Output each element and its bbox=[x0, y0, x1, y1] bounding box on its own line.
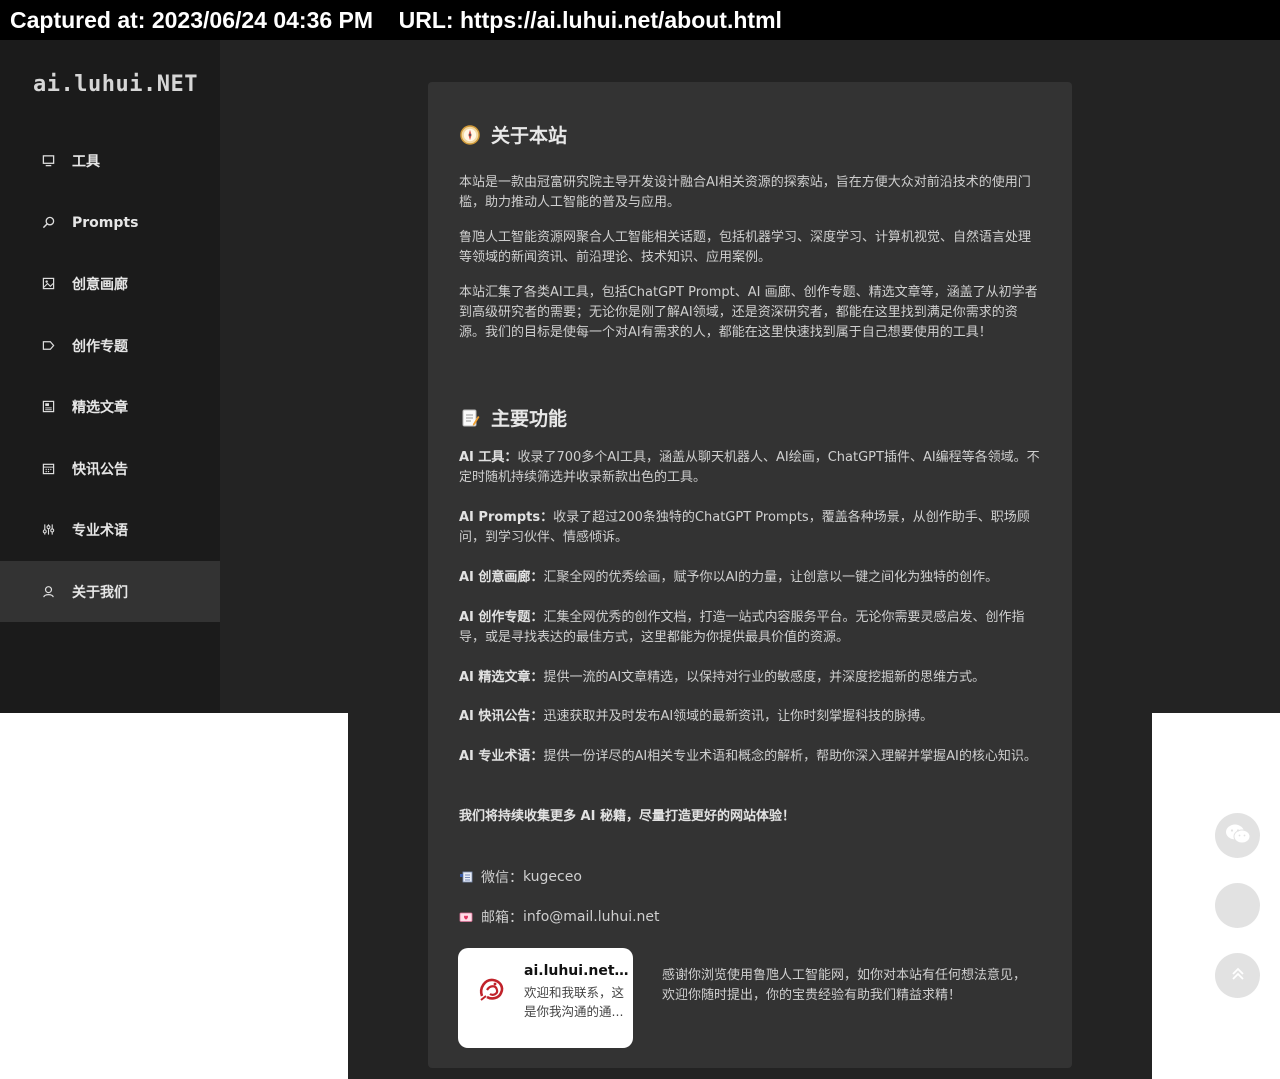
capture-info-bar: Captured at: 2023/06/24 04:36 PM URL: ht… bbox=[0, 0, 1280, 40]
sidebar-item-about[interactable]: 关于我们 bbox=[0, 561, 220, 622]
feature-text: 提供一流的AI文章精选，以保持对行业的敏感度，并深度挖掘新的思维方式。 bbox=[543, 670, 986, 685]
feature-label: AI 创作专题： bbox=[459, 610, 544, 625]
feature-label: AI 快讯公告： bbox=[459, 709, 544, 724]
sidebar-item-label: 创作专题 bbox=[72, 338, 128, 355]
compass-icon bbox=[459, 124, 481, 146]
feature-text: 汇聚全网的优秀绘画，赋予你以AI的力量，让创意以一键之间化为独特的创作。 bbox=[543, 570, 999, 585]
profile-avatar bbox=[473, 970, 511, 1008]
about-paragraph-1: 本站是一款由冠富研究院主导开发设计融合AI相关资源的探索站，旨在方便大众对前沿技… bbox=[459, 175, 1031, 210]
feature-item-gallery: AI 创意画廊：汇聚全网的优秀绘画，赋予你以AI的力量，让创意以一键之间化为独特… bbox=[459, 568, 1041, 588]
sidebar-item-label: 创意画廊 bbox=[72, 276, 128, 293]
feature-item-articles: AI 精选文章：提供一流的AI文章精选，以保持对行业的敏感度，并深度挖掘新的思维… bbox=[459, 668, 1041, 688]
chevron-up-icon bbox=[1229, 965, 1247, 987]
feature-label: AI 工具： bbox=[459, 450, 518, 465]
user-icon bbox=[41, 584, 56, 599]
about-paragraph-3: 本站汇集了各类AI工具，包括ChatGPT Prompt、AI 画廊、创作专题、… bbox=[459, 285, 1038, 340]
sidebar: ai.luhui.NET 工具 Prompts 创意画廊 创作专题 精选文章 快… bbox=[0, 40, 220, 713]
image-icon bbox=[41, 276, 56, 291]
memo-icon bbox=[459, 407, 481, 429]
sidebar-item-label: 专业术语 bbox=[72, 522, 128, 539]
feature-item-news: AI 快讯公告：迅速获取并及时发布AI领域的最新资讯，让你时刻掌握科技的脉搏。 bbox=[459, 707, 1041, 727]
newspaper-icon bbox=[41, 399, 56, 414]
tag-icon bbox=[41, 338, 56, 353]
features-section-title: 主要功能 bbox=[459, 404, 567, 431]
feature-text: 收录了700多个AI工具，涵盖从聊天机器人、AI绘画，ChatGPT插件、AI编… bbox=[459, 450, 1040, 485]
wechat-value[interactable]: kugeceo bbox=[523, 869, 582, 885]
wechat-profile-card[interactable]: ai.luhui.net •... 欢迎和我联系，这是你我沟通的通... bbox=[458, 948, 633, 1048]
calendar-icon bbox=[41, 461, 56, 476]
email-label: 邮箱： bbox=[481, 910, 523, 926]
sidebar-item-label: 快讯公告 bbox=[72, 461, 128, 478]
sidebar-item-label: 精选文章 bbox=[72, 399, 128, 416]
wechat-label: 微信： bbox=[481, 870, 523, 886]
email-value[interactable]: info@mail.luhui.net bbox=[523, 909, 660, 925]
about-title-text: 关于本站 bbox=[491, 125, 568, 147]
features-title-text: 主要功能 bbox=[491, 408, 568, 430]
features-closing: 我们将持续收集更多 AI 秘籍，尽量打造更好的网站体验！ bbox=[459, 809, 795, 824]
profile-name: ai.luhui.net •... bbox=[524, 963, 630, 979]
about-card: 关于本站 本站是一款由冠富研究院主导开发设计融合AI相关资源的探索站，旨在方便大… bbox=[428, 82, 1072, 1068]
feature-label: AI 专业术语： bbox=[459, 749, 544, 764]
sidebar-item-prompts[interactable]: Prompts bbox=[0, 192, 220, 253]
sidebar-item-glossary[interactable]: 专业术语 bbox=[0, 499, 220, 560]
sidebar-item-label: 关于我们 bbox=[72, 584, 128, 601]
site-logo[interactable]: ai.luhui.NET bbox=[33, 72, 198, 97]
feature-item-tools: AI 工具：收录了700多个AI工具，涵盖从聊天机器人、AI绘画，ChatGPT… bbox=[459, 448, 1041, 488]
contact-wechat: 微信： kugeceo bbox=[459, 867, 582, 887]
profile-description: 欢迎和我联系，这是你我沟通的通... bbox=[524, 985, 625, 1019]
wechat-icon bbox=[1225, 823, 1251, 849]
thanks-message: 感谢你浏览使用鲁虺人工智能网，如你对本站有任何想法意见，欢迎你随时提出，你的宝贵… bbox=[662, 968, 1027, 1003]
feature-label: AI 创意画廊： bbox=[459, 570, 544, 585]
about-paragraph-2: 鲁虺人工智能资源网聚合人工智能相关话题，包括机器学习、深度学习、计算机视觉、自然… bbox=[459, 230, 1032, 265]
feature-label: AI 精选文章： bbox=[459, 670, 544, 685]
feature-text: 提供一份详尽的AI相关专业术语和概念的解析，帮助你深入理解并掌握AI的核心知识。 bbox=[543, 749, 1037, 764]
blank-area-left bbox=[0, 713, 348, 1079]
feature-item-prompts: AI Prompts：收录了超过200条独特的ChatGPT Prompts，覆… bbox=[459, 508, 1041, 548]
love-letter-icon bbox=[459, 910, 473, 924]
sidebar-item-label: Prompts bbox=[72, 214, 139, 231]
sidebar-item-topics[interactable]: 创作专题 bbox=[0, 315, 220, 376]
feature-label: AI Prompts： bbox=[459, 510, 554, 525]
feature-item-topics: AI 创作专题：汇集全网优秀的创作文档，打造一站式内容服务平台。无论你需要灵感启… bbox=[459, 608, 1041, 648]
wechat-float-button[interactable] bbox=[1215, 813, 1260, 858]
sidebar-item-label: 工具 bbox=[72, 153, 100, 170]
sidebar-item-articles[interactable]: 精选文章 bbox=[0, 376, 220, 437]
search-icon bbox=[41, 215, 56, 230]
feature-text: 汇集全网优秀的创作文档，打造一站式内容服务平台。无论你需要灵感启发、创作指导，或… bbox=[459, 610, 1025, 645]
feature-item-glossary: AI 专业术语：提供一份详尽的AI相关专业术语和概念的解析，帮助你深入理解并掌握… bbox=[459, 747, 1041, 767]
sidebar-item-news[interactable]: 快讯公告 bbox=[0, 438, 220, 499]
sidebar-item-gallery[interactable]: 创意画廊 bbox=[0, 253, 220, 314]
sliders-icon bbox=[41, 522, 56, 537]
wechat-icon bbox=[459, 870, 473, 884]
sidebar-item-tools[interactable]: 工具 bbox=[0, 130, 220, 191]
about-section-title: 关于本站 bbox=[459, 121, 567, 148]
blank-float-button[interactable] bbox=[1215, 883, 1260, 928]
contact-email: 邮箱： info@mail.luhui.net bbox=[459, 907, 660, 927]
monitor-icon bbox=[41, 153, 56, 168]
feature-text: 迅速获取并及时发布AI领域的最新资讯，让你时刻掌握科技的脉搏。 bbox=[543, 709, 934, 724]
back-to-top-button[interactable] bbox=[1215, 953, 1260, 998]
